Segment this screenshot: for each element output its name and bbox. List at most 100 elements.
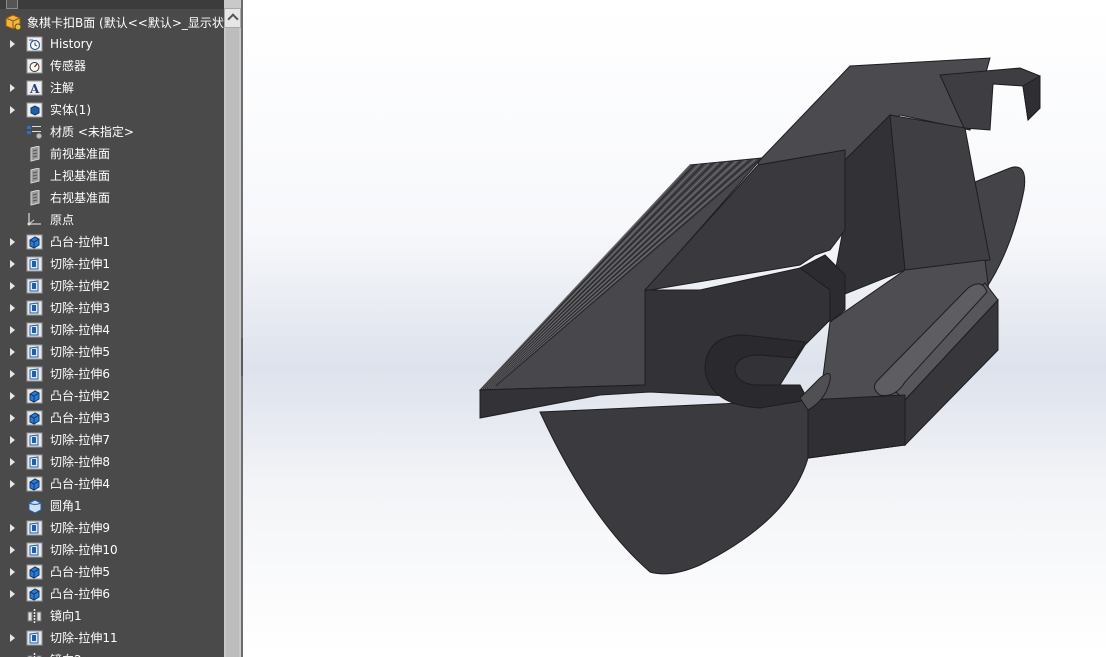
tree-item[interactable]: 圆角1 (0, 495, 224, 517)
expand-arrow-icon[interactable] (10, 458, 15, 466)
boss-extrude-icon (26, 564, 43, 580)
expand-arrow-icon[interactable] (10, 40, 15, 48)
cut-extrude-icon (26, 520, 43, 536)
expand-arrow-icon[interactable] (10, 524, 15, 532)
tree-item-label: 上视基准面 (50, 169, 111, 183)
tree-item-label: 凸台-拉伸1 (50, 235, 110, 249)
tree-item[interactable]: 右视基准面 (0, 187, 224, 209)
tree-item[interactable]: 凸台-拉伸4 (0, 473, 224, 495)
history-icon (26, 36, 43, 52)
tree-item[interactable]: 切除-拉伸7 (0, 429, 224, 451)
tree-item-label: 传感器 (50, 59, 87, 73)
expand-arrow-icon[interactable] (10, 304, 15, 312)
tree-item[interactable]: 切除-拉伸8 (0, 451, 224, 473)
tree-item[interactable]: 传感器 (0, 55, 224, 77)
expand-arrow-icon[interactable] (10, 106, 15, 114)
root-part-label: 象棋卡扣B面 (默认<<默认>_显示状 (27, 15, 224, 30)
tree-item-label: 圆角1 (50, 499, 82, 513)
tree-item[interactable]: 原点 (0, 209, 224, 231)
tree-item-label: 前视基准面 (50, 147, 111, 161)
tree-item[interactable]: 切除-拉伸1 (0, 253, 224, 275)
boss-extrude-icon (26, 476, 43, 492)
plane-icon (26, 167, 43, 184)
tree-item[interactable]: 前视基准面 (0, 143, 224, 165)
tree-item[interactable]: History (0, 33, 224, 55)
tree-item[interactable]: 切除-拉伸9 (0, 517, 224, 539)
tree-item[interactable]: 上视基准面 (0, 165, 224, 187)
tree-item[interactable]: 凸台-拉伸1 (0, 231, 224, 253)
tree-item[interactable]: 实体(1) (0, 99, 224, 121)
tree-item[interactable]: 切除-拉伸6 (0, 363, 224, 385)
tree-item-label: 切除-拉伸8 (50, 455, 110, 469)
cut-extrude-icon (26, 630, 43, 646)
material-icon (26, 124, 43, 140)
tree-item-label: 实体(1) (50, 103, 91, 117)
tree-item-label: 材质 <未指定> (50, 125, 134, 139)
expand-arrow-icon[interactable] (10, 326, 15, 334)
fillet-icon (26, 498, 43, 514)
tree-item-label: 切除-拉伸9 (50, 521, 110, 535)
tree-item-label: 注解 (50, 81, 75, 95)
expand-arrow-icon[interactable] (10, 414, 15, 422)
cut-extrude-icon (26, 322, 43, 338)
expand-arrow-icon[interactable] (10, 568, 15, 576)
cut-extrude-icon (26, 542, 43, 558)
tree-item[interactable]: 切除-拉伸10 (0, 539, 224, 561)
expand-arrow-icon[interactable] (10, 634, 15, 642)
expand-arrow-icon[interactable] (10, 590, 15, 598)
tree-item-label: 凸台-拉伸4 (50, 477, 110, 491)
tree-item[interactable]: 镜向2 (0, 649, 224, 657)
expand-arrow-icon[interactable] (10, 546, 15, 554)
model-inner-wall-side (889, 114, 991, 271)
cut-extrude-icon (26, 432, 43, 448)
expand-arrow-icon[interactable] (10, 348, 15, 356)
cut-extrude-icon (26, 256, 43, 272)
part-icon (5, 14, 22, 31)
plane-icon (26, 145, 43, 162)
tree-tab[interactable] (6, 0, 18, 9)
expand-arrow-icon[interactable] (10, 370, 15, 378)
tree-scrollbar[interactable] (224, 0, 241, 657)
tree-item[interactable]: 凸台-拉伸2 (0, 385, 224, 407)
expand-arrow-icon[interactable] (10, 392, 15, 400)
expand-arrow-icon[interactable] (10, 282, 15, 290)
tree-item[interactable]: 切除-拉伸11 (0, 627, 224, 649)
cut-extrude-icon (26, 278, 43, 294)
tree-item-label: 切除-拉伸10 (50, 543, 118, 557)
tree-item-label: 切除-拉伸3 (50, 301, 110, 315)
tree-item[interactable]: 凸台-拉伸6 (0, 583, 224, 605)
expand-arrow-icon[interactable] (10, 260, 15, 268)
cut-extrude-icon (26, 366, 43, 382)
tree-toolbar-strip (0, 0, 224, 9)
3d-part-model[interactable] (243, 0, 1106, 657)
tree-root-part[interactable]: 象棋卡扣B面 (默认<<默认>_显示状 (0, 11, 224, 33)
boss-extrude-icon (26, 388, 43, 404)
expand-arrow-icon[interactable] (10, 238, 15, 246)
tree-item[interactable]: 切除-拉伸3 (0, 297, 224, 319)
tree-item[interactable]: 凸台-拉伸5 (0, 561, 224, 583)
expand-arrow-icon[interactable] (10, 436, 15, 444)
tree-item-label: 切除-拉伸6 (50, 367, 110, 381)
tree-item-label: 右视基准面 (50, 191, 111, 205)
graphics-viewport[interactable] (243, 0, 1106, 657)
annotation-icon: A (26, 80, 43, 96)
tree-item[interactable]: 切除-拉伸2 (0, 275, 224, 297)
tree-item[interactable]: A 注解 (0, 77, 224, 99)
expand-arrow-icon[interactable] (10, 480, 15, 488)
model-curved-body (539, 399, 809, 575)
tree-item[interactable]: 切除-拉伸4 (0, 319, 224, 341)
origin-icon (26, 212, 43, 228)
solid-bodies-icon (26, 102, 43, 118)
scroll-up-button[interactable] (224, 8, 241, 28)
expand-arrow-icon[interactable] (10, 84, 15, 92)
tree-item-label: 凸台-拉伸3 (50, 411, 110, 425)
boss-extrude-icon (26, 586, 43, 602)
tree-item-label: 凸台-拉伸2 (50, 389, 110, 403)
tree-item-label: 切除-拉伸5 (50, 345, 110, 359)
scroll-thumb[interactable] (226, 28, 239, 657)
tree-item-label: 凸台-拉伸5 (50, 565, 110, 579)
tree-item[interactable]: 材质 <未指定> (0, 121, 224, 143)
tree-item[interactable]: 切除-拉伸5 (0, 341, 224, 363)
tree-item[interactable]: 镜向1 (0, 605, 224, 627)
tree-item[interactable]: 凸台-拉伸3 (0, 407, 224, 429)
